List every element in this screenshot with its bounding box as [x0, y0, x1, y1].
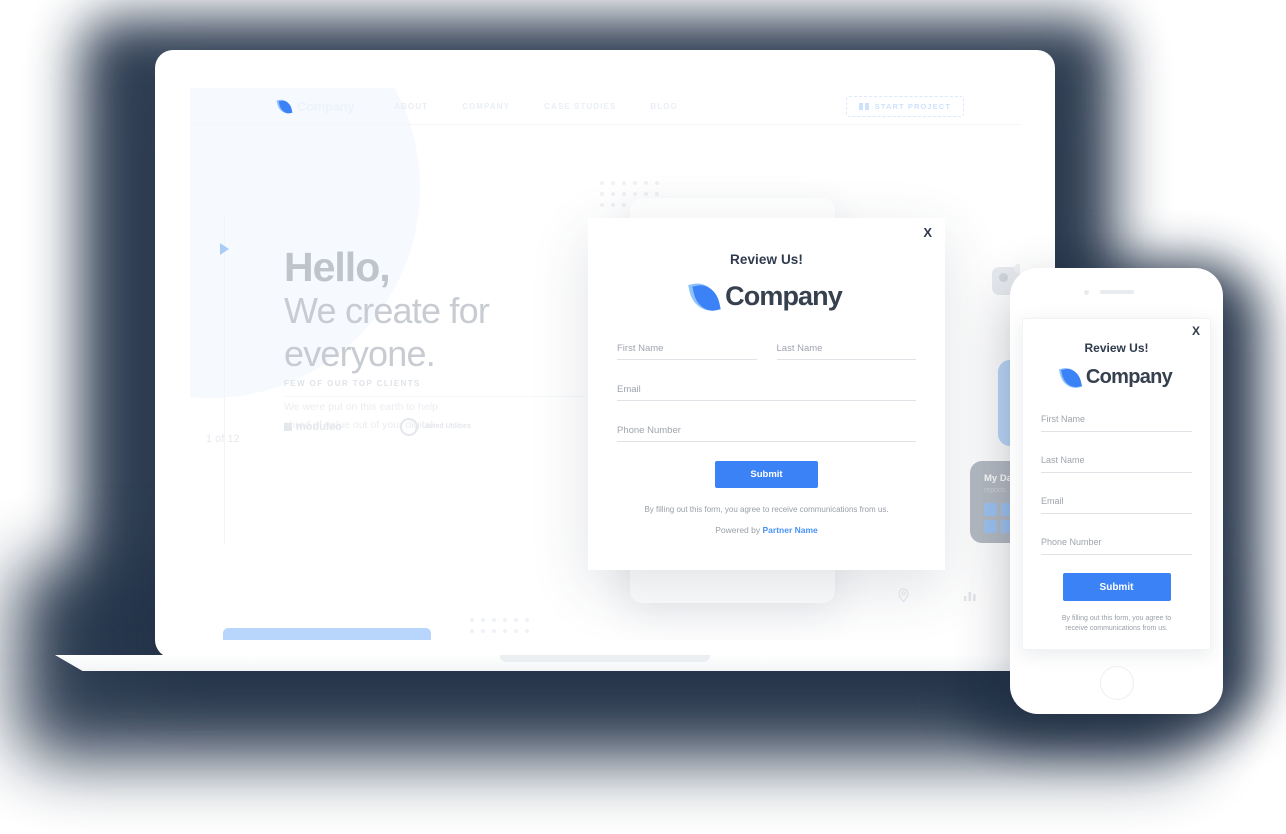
first-name-field-wrap — [617, 338, 757, 360]
close-icon[interactable]: X — [1192, 325, 1200, 337]
laptop-base-notch — [500, 655, 710, 662]
last-name-input[interactable] — [776, 343, 916, 360]
hero-subheading: We create for — [284, 290, 490, 332]
first-name-field-wrap — [1041, 409, 1192, 432]
email-field-wrap — [617, 379, 916, 401]
hero-start-project-button[interactable]: START PROJECT — [223, 628, 431, 640]
modal-legal-text: By filling out this form, you agree to r… — [1061, 615, 1172, 633]
site-nav-items: ABOUT COMPANY CASE STUDIES BLOG — [394, 102, 678, 111]
email-field-wrap — [1041, 491, 1192, 514]
nav-item-case-studies[interactable]: CASE STUDIES — [544, 102, 616, 111]
laptop-screen: Company ABOUT COMPANY CASE STUDIES BLOG … — [190, 88, 1020, 640]
laptop-device: Company ABOUT COMPANY CASE STUDIES BLOG … — [155, 50, 1055, 658]
phone-number-input[interactable] — [617, 425, 916, 442]
clients-divider — [284, 396, 584, 397]
phone-number-input[interactable] — [1041, 537, 1192, 555]
modal-title: Review Us! — [729, 252, 804, 267]
nav-item-blog[interactable]: BLOG — [650, 102, 678, 111]
client-logos: moduleo United Utilities — [284, 418, 471, 436]
email-input[interactable] — [617, 384, 916, 401]
client-logo-moduleo-label: moduleo — [296, 421, 342, 433]
powered-by-prefix: Powered by — [715, 525, 763, 535]
modal-form: Submit By filling out this form, you agr… — [588, 338, 945, 535]
client-logo-united-utilities: United Utilities — [399, 418, 471, 436]
location-pin-icon[interactable] — [897, 588, 910, 603]
client-logo-moduleo: moduleo — [284, 421, 342, 433]
hero-subheading-2: everyone. — [284, 332, 436, 374]
screenshot-stage: Company ABOUT COMPANY CASE STUDIES BLOG … — [0, 0, 1286, 834]
nav-item-company[interactable]: COMPANY — [462, 102, 510, 111]
home-button[interactable] — [1099, 666, 1134, 700]
hero-rail — [224, 214, 225, 544]
modal-legal-text: By filling out this form, you agree to r… — [644, 505, 889, 514]
leaf-icon — [688, 279, 720, 314]
name-row — [617, 338, 916, 379]
close-icon[interactable]: X — [923, 226, 932, 239]
start-project-label: START PROJECT — [874, 102, 951, 111]
circle-icon — [399, 418, 418, 436]
first-name-input[interactable] — [617, 343, 757, 360]
hero-section: Hello, We create for everyone. We were p… — [284, 244, 614, 435]
leaf-icon — [1058, 364, 1082, 391]
submit-button[interactable]: Submit — [1062, 573, 1171, 601]
bar-chart-icon[interactable] — [963, 589, 977, 602]
dot-grid-bottom — [470, 618, 529, 640]
clients-title: FEW OF OUR TOP CLIENTS — [284, 379, 421, 388]
review-modal-mobile: X Review Us! Company First Name Last Nam… — [1022, 318, 1211, 650]
nav-item-about[interactable]: ABOUT — [394, 102, 428, 111]
modal-brand-name: Company — [1085, 366, 1173, 388]
phone-field-wrap — [1041, 532, 1192, 555]
client-logo-united-utilities-label: United Utilities — [421, 422, 471, 430]
modal-form: Submit By filling out this form, you agr… — [1023, 409, 1210, 634]
review-modal-desktop: X Review Us! Company First Name Last Nam… — [588, 218, 945, 570]
last-name-field-wrap — [776, 338, 916, 360]
leaf-icon — [276, 97, 293, 115]
phone-device: X Review Us! Company First Name Last Nam… — [1010, 268, 1223, 714]
partner-name-link[interactable]: Partner Name — [762, 525, 817, 535]
grid-icon — [858, 103, 869, 110]
modal-brand-name: Company — [725, 281, 843, 311]
first-name-input[interactable] — [1041, 414, 1192, 432]
start-project-button[interactable]: START PROJECT — [845, 96, 964, 117]
submit-row: Submit — [1041, 573, 1192, 601]
square-icon — [284, 423, 292, 431]
hero-paragraph-line-1: We were put on this earth to help — [284, 401, 438, 414]
submit-row: Submit — [617, 461, 916, 488]
camera-icon — [1083, 290, 1089, 295]
modal-powered-by: Powered by Partner Name — [617, 525, 916, 535]
play-icon[interactable] — [220, 243, 229, 255]
modal-brand: Company — [1023, 364, 1210, 391]
slide-counter: 1 of 12 — [206, 433, 240, 445]
speaker-grill — [1099, 290, 1134, 294]
submit-button[interactable]: Submit — [715, 461, 818, 488]
last-name-input[interactable] — [1041, 455, 1192, 473]
modal-brand: Company — [588, 279, 945, 314]
phone-field-wrap — [617, 420, 916, 442]
site-logo[interactable]: Company — [276, 97, 355, 115]
card-icon-row — [870, 588, 1020, 603]
last-name-field-wrap — [1041, 450, 1192, 473]
site-navbar: Company ABOUT COMPANY CASE STUDIES BLOG … — [190, 88, 1020, 125]
email-input[interactable] — [1041, 496, 1192, 514]
site-logo-text: Company — [297, 98, 355, 114]
hero-heading: Hello, — [284, 244, 391, 290]
modal-title: Review Us! — [1084, 341, 1149, 355]
